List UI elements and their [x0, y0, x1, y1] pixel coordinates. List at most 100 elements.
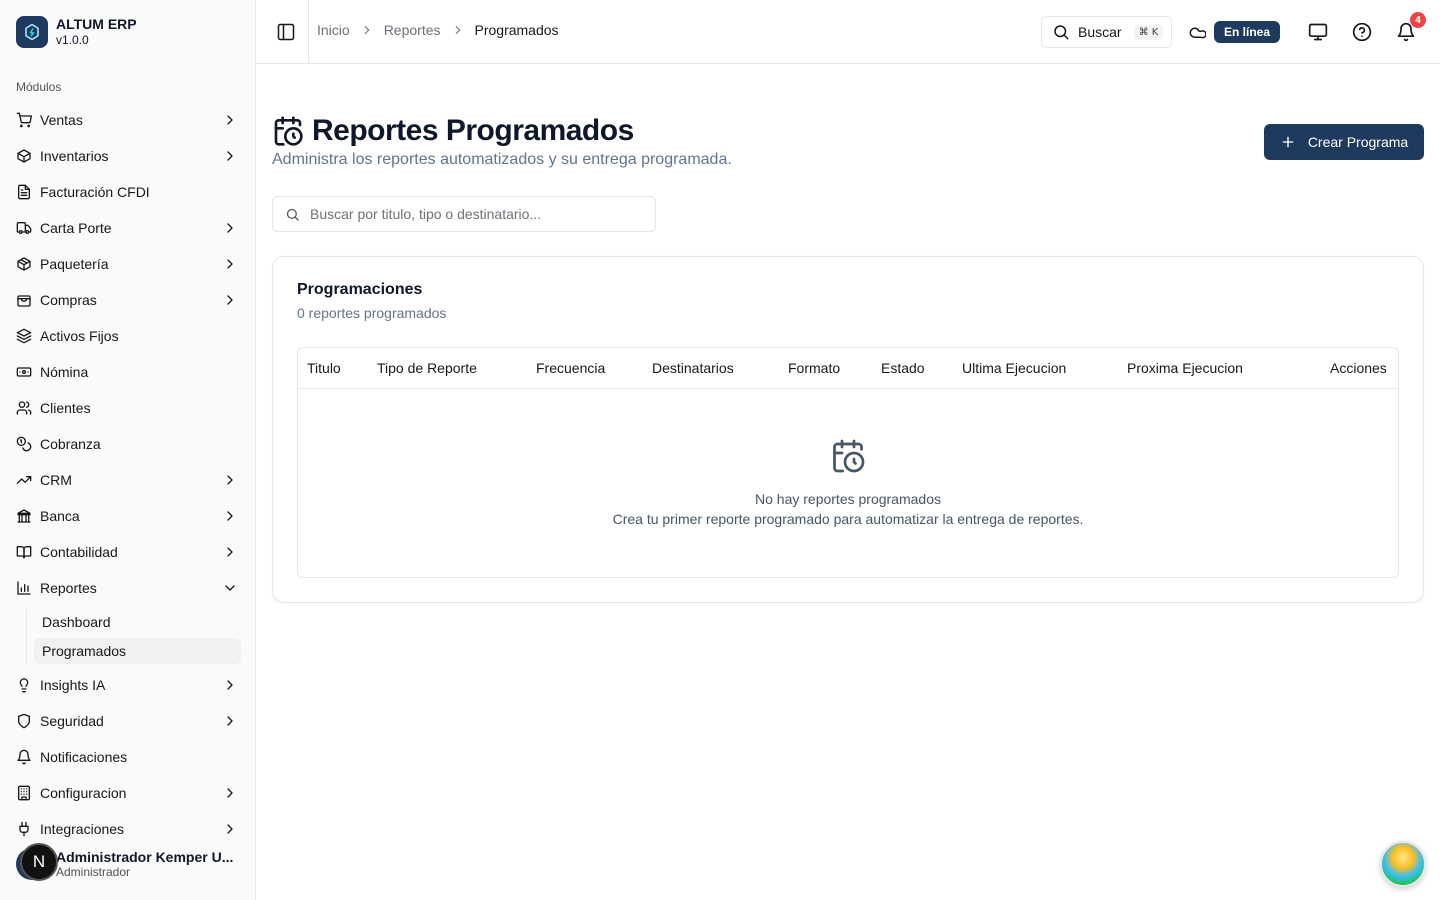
calendar-clock-icon [830, 438, 866, 474]
brand[interactable]: ALTUM ERP v1.0.0 [16, 16, 137, 48]
sidebar-item-banca[interactable]: Banca [8, 498, 248, 534]
calendar-clock-icon [272, 115, 304, 147]
column-header: Proxima Ejecucion [1127, 360, 1243, 376]
monitor-icon[interactable] [1308, 22, 1328, 42]
box-icon [16, 148, 32, 164]
shield-icon [16, 713, 32, 729]
sidebar-toggle-icon[interactable] [276, 22, 296, 42]
book-icon [16, 544, 32, 560]
sidebar-item-label: Contabilidad [40, 544, 118, 560]
create-button-label: Crear Programa [1307, 134, 1409, 150]
brand-logo-icon [16, 16, 48, 48]
card-count: 0 reportes programados [297, 305, 447, 321]
sidebar-item-compras[interactable]: Compras [8, 282, 248, 318]
sidebar-item-notificaciones[interactable]: Notificaciones [8, 739, 248, 775]
package-icon [16, 256, 32, 272]
brand-version: v1.0.0 [56, 33, 89, 47]
sidebar-item-label: Seguridad [40, 713, 104, 729]
help-icon[interactable] [1352, 22, 1372, 42]
trending-up-icon [16, 472, 32, 488]
column-header: Titulo [307, 360, 341, 376]
search-input[interactable] [310, 206, 630, 222]
sidebar-item-label: Activos Fijos [40, 328, 119, 344]
sidebar-item-crm[interactable]: CRM [8, 462, 248, 498]
breadcrumb-current: Programados [474, 22, 559, 38]
sidebar-item-label: Inventarios [40, 148, 109, 164]
sidebar-item-label: Facturación CFDI [40, 184, 150, 200]
breadcrumb-inicio[interactable]: Inicio [317, 22, 350, 38]
status-badge: En línea [1214, 21, 1281, 43]
sidebar-subitem-programados[interactable]: Programados [34, 638, 241, 664]
plus-icon [1280, 134, 1296, 150]
truck-icon [16, 220, 32, 236]
search-icon [1052, 23, 1070, 41]
bar-chart-icon [16, 580, 32, 596]
sidebar-item-label: Insights IA [40, 677, 106, 693]
sidebar-item-cobranza[interactable]: Cobranza [8, 426, 248, 462]
sidebar-item-label: Nómina [40, 364, 89, 380]
top-header: Inicio Reportes Programados Buscar ⌘ K E… [256, 0, 1440, 64]
chevron-right-icon [360, 23, 374, 37]
sidebar-subitem-dashboard[interactable]: Dashboard [34, 609, 241, 635]
chevron-right-icon [222, 292, 238, 308]
column-header: Acciones [1330, 360, 1387, 376]
column-header: Frecuencia [536, 360, 606, 376]
chevron-right-icon [222, 821, 238, 837]
assistant-avatar-button[interactable] [1380, 841, 1426, 887]
chevron-down-icon [222, 580, 238, 596]
sidebar-item-contabilidad[interactable]: Contabilidad [8, 534, 248, 570]
sidebar-nav: Ventas Inventarios Facturación CFDI Cart… [8, 102, 248, 840]
sidebar-section-label: Módulos [16, 80, 62, 94]
sidebar-item-activos-fijos[interactable]: Activos Fijos [8, 318, 248, 354]
user-name: Administrador Kemper U... [56, 849, 234, 865]
sidebar-item-inventarios[interactable]: Inventarios [8, 138, 248, 174]
empty-state-description: Crea tu primer reporte programado para a… [612, 511, 1084, 527]
card-title: Programaciones [297, 281, 423, 298]
building-icon [16, 785, 32, 801]
sidebar-item-label: Ventas [40, 112, 83, 128]
sidebar-item-label: Integraciones [40, 821, 125, 837]
page-subtitle: Administra los reportes automatizados y … [272, 151, 732, 168]
sidebar-item-seguridad[interactable]: Seguridad [8, 703, 248, 739]
banknote-icon [16, 364, 32, 380]
schedules-card: Programaciones 0 reportes programados Ti… [272, 256, 1424, 603]
sidebar-item-insights-ia[interactable]: Insights IA [8, 667, 248, 703]
sidebar-item-label: Clientes [40, 400, 91, 416]
sidebar-item-label: CRM [40, 472, 72, 488]
sidebar-item-ventas[interactable]: Ventas [8, 102, 248, 138]
sidebar-item-clientes[interactable]: Clientes [8, 390, 248, 426]
lightbulb-icon [16, 677, 32, 693]
chevron-right-icon [222, 544, 238, 560]
bank-icon [16, 508, 32, 524]
sidebar-item-configuracion[interactable]: Configuracion [8, 775, 248, 811]
sidebar-item-carta-porte[interactable]: Carta Porte [8, 210, 248, 246]
sidebar-item-label: Compras [40, 292, 97, 308]
schedules-table: Titulo Tipo de Reporte Frecuencia Destin… [297, 347, 1399, 578]
sidebar-item-nomina[interactable]: Nómina [8, 354, 248, 390]
column-header: Estado [881, 360, 925, 376]
chevron-right-icon [222, 112, 238, 128]
chevron-right-icon [222, 785, 238, 801]
page-title-wrap: Reportes Programados [272, 114, 634, 148]
create-schedule-button[interactable]: Crear Programa [1264, 124, 1424, 160]
sidebar-item-label: Configuracion [40, 785, 127, 801]
chevron-right-icon [222, 256, 238, 272]
chevron-right-icon [222, 713, 238, 729]
sidebar-item-integraciones[interactable]: Integraciones [8, 811, 248, 840]
sidebar-item-label: Carta Porte [40, 220, 112, 236]
dev-tools-button[interactable]: N [20, 843, 58, 881]
sidebar-item-reportes[interactable]: Reportes [8, 570, 248, 606]
sidebar-item-label: Paquetería [40, 256, 109, 272]
sidebar-item-label: Notificaciones [40, 749, 128, 765]
chevron-right-icon [222, 472, 238, 488]
file-icon [16, 184, 32, 200]
user-role: Administrador [56, 865, 131, 879]
breadcrumb-reportes[interactable]: Reportes [384, 22, 441, 38]
layers-icon [16, 328, 32, 344]
search-shortcut: ⌘ K [1133, 24, 1164, 40]
sidebar-item-facturacion[interactable]: Facturación CFDI [8, 174, 248, 210]
sidebar-item-paqueteria[interactable]: Paquetería [8, 246, 248, 282]
chevron-right-icon [451, 23, 465, 37]
global-search-button[interactable]: Buscar ⌘ K [1041, 16, 1172, 48]
plug-icon [16, 821, 32, 837]
